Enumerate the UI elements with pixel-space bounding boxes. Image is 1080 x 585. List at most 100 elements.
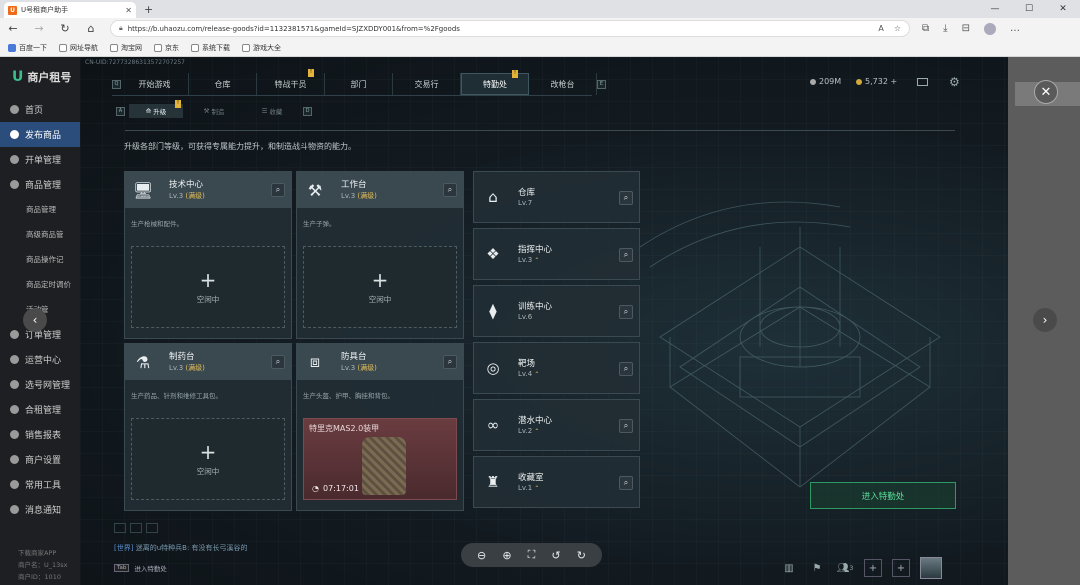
refresh-icon[interactable]: ↻ <box>58 22 72 35</box>
zoom-in-icon[interactable]: ⊕ <box>502 549 511 562</box>
subtab-upgrade[interactable]: ⟰ 升级! <box>129 100 183 118</box>
production-slot[interactable]: + 空闲中 <box>303 246 457 328</box>
search-icon[interactable]: ⌕ <box>443 355 457 369</box>
search-icon[interactable]: ⌕ <box>271 355 285 369</box>
tab-operators[interactable]: 特战干员! <box>257 69 325 95</box>
fullscreen-icon[interactable]: ⛶ <box>528 548 536 562</box>
tab-department[interactable]: 部门 <box>325 73 393 95</box>
bookmark-item[interactable]: 百度一下 <box>8 43 47 53</box>
sidebar-subitem[interactable]: 商品操作记 <box>0 247 80 272</box>
sidebar-item-operations[interactable]: 运营中心 <box>0 347 80 372</box>
collections-icon[interactable]: ⊟ <box>962 23 970 34</box>
friends-icon[interactable]: 👥︎ 3 <box>836 559 854 577</box>
add-slot-button[interactable]: + <box>892 559 910 577</box>
avatar[interactable] <box>983 22 996 35</box>
upgrade-icon: ⟰ <box>145 107 152 115</box>
player-avatar[interactable] <box>920 557 942 579</box>
next-subtab-key[interactable]: D <box>303 106 312 116</box>
sidebar-subitem[interactable]: 高级商品管 <box>0 222 80 247</box>
search-icon[interactable]: ⌕ <box>619 191 633 205</box>
stats-icon[interactable]: ▥ <box>780 559 798 577</box>
more-icon[interactable]: … <box>1010 23 1020 34</box>
prev-tab-key[interactable]: Q <box>112 79 121 89</box>
read-aloud-icon[interactable]: A <box>878 24 883 33</box>
add-slot-button[interactable]: + <box>864 559 882 577</box>
bookmark-item[interactable]: 系统下载 <box>191 43 230 53</box>
bookmark-item[interactable]: 淘宝网 <box>110 43 142 53</box>
facility-card-pharmacy[interactable]: ⚗ 制药台 Lv.3 (满级) ⌕ 生产药品、针剂和维修工具包。 + 空闲中 <box>124 343 292 511</box>
favorite-icon[interactable]: ☆ <box>894 24 901 33</box>
bookmark-item[interactable]: 游戏大全 <box>242 43 281 53</box>
rotate-right-icon[interactable]: ↻ <box>577 549 586 562</box>
previous-image-icon[interactable]: ‹ <box>23 308 47 332</box>
maximize-icon[interactable]: ☐ <box>1012 0 1046 18</box>
enter-special-ops-button[interactable]: 进入特勤处 <box>810 482 956 509</box>
facility-card-diving[interactable]: ∞ 潜水中心 Lv.2 ⌃ ⌕ <box>473 399 640 451</box>
close-icon[interactable]: ✕ <box>1034 80 1058 104</box>
subtab-collection[interactable]: ☰ 收藏 <box>245 104 299 118</box>
browser-tab[interactable]: U U号租商户助手 ✕ <box>4 2 136 18</box>
sidebar-item-messages[interactable]: 消息通知 <box>0 497 80 522</box>
window-close-icon[interactable]: ✕ <box>1046 0 1080 18</box>
sidebar-item-reports[interactable]: 销售报表 <box>0 422 80 447</box>
sidebar-item-settings[interactable]: 商户设置 <box>0 447 80 472</box>
forward-icon[interactable]: → <box>32 22 46 35</box>
tab-special-ops[interactable]: 特勤处! <box>461 70 529 95</box>
facility-card-collection[interactable]: ♜ 收藏室 Lv.1 ⌃ ⌕ <box>473 456 640 508</box>
tab-warehouse[interactable]: 仓库 <box>189 73 257 95</box>
search-icon[interactable]: ⌕ <box>619 362 633 376</box>
zoom-out-icon[interactable]: ⊖ <box>477 549 486 562</box>
operations-icon <box>10 355 19 364</box>
next-image-icon[interactable]: › <box>1033 308 1057 332</box>
tab-trade[interactable]: 交易行 <box>393 73 461 95</box>
sidebar-item-tools[interactable]: 常用工具 <box>0 472 80 497</box>
flag-icon[interactable]: ⚑ <box>808 559 826 577</box>
subtab-craft[interactable]: ⚒ 制造 <box>187 104 241 118</box>
bookmark-item[interactable]: 京东 <box>154 43 179 53</box>
sidebar-item-select-net[interactable]: 选号网管理 <box>0 372 80 397</box>
back-icon[interactable]: ← <box>6 22 20 35</box>
sidebar-subitem[interactable]: 商品定时调价 <box>0 272 80 297</box>
prev-subtab-key[interactable]: A <box>116 106 125 116</box>
tab-gunsmith[interactable]: 改枪台 <box>529 73 597 95</box>
share-icon <box>10 405 19 414</box>
url-input[interactable]: 🔒︎ https://b.uhaozu.com/release-goods?id… <box>110 20 910 37</box>
facility-card-training[interactable]: ⧫ 训练中心 Lv.6 ⌕ <box>473 285 640 337</box>
world-chat: [世界] 迷离的u特种兵B: 有没有长弓溪谷的 <box>114 544 248 552</box>
production-slot[interactable]: + 空闲中 <box>131 418 285 500</box>
search-icon[interactable]: ⌕ <box>619 476 633 490</box>
dumbbell-icon: ⧫ <box>489 302 497 320</box>
facility-card-tech[interactable]: 🖥︎ 技术中心 Lv.3 (满级) ⌕ 生产枪械和配件。 + 空闲中 <box>124 171 292 339</box>
rotate-left-icon[interactable]: ↺ <box>551 549 560 562</box>
minimize-icon[interactable]: — <box>978 0 1012 18</box>
facility-card-armor[interactable]: ⧈ 防具台 Lv.3 (满级) ⌕ 生产头盔、护甲、胸挂和背包。 特里克MAS2… <box>296 343 464 511</box>
facility-card-range[interactable]: ◎ 靶场 Lv.4 ⌃ ⌕ <box>473 342 640 394</box>
sidebar-item-publish[interactable]: 发布商品 <box>0 122 80 147</box>
search-icon[interactable]: ⌕ <box>619 305 633 319</box>
search-icon[interactable]: ⌕ <box>619 248 633 262</box>
search-icon[interactable]: ⌕ <box>443 183 457 197</box>
download-icon[interactable]: ⤓ <box>943 23 947 34</box>
search-icon[interactable]: ⌕ <box>271 183 285 197</box>
close-tab-icon[interactable]: ✕ <box>125 6 132 15</box>
sidebar-item-share[interactable]: 合租管理 <box>0 397 80 422</box>
chip-icon: ❖ <box>486 245 500 263</box>
home-icon[interactable]: ⌂ <box>84 22 98 35</box>
search-icon[interactable]: ⌕ <box>619 419 633 433</box>
facility-card-warehouse[interactable]: ⌂ 仓库 Lv.7 ⌕ <box>473 171 640 223</box>
sidebar-item-goods[interactable]: 商品管理 <box>0 172 80 197</box>
sidebar-item-home[interactable]: 首页 <box>0 97 80 122</box>
bookmark-item[interactable]: 网址导航 <box>59 43 98 53</box>
sidebar-item-orders-open[interactable]: 开单管理 <box>0 147 80 172</box>
extensions-icon[interactable]: ⧉ <box>922 23 929 34</box>
production-slot-active[interactable]: 特里克MAS2.0装甲 ◔ 07:17:01 <box>303 418 457 500</box>
mail-icon[interactable] <box>917 78 928 86</box>
sidebar-subitem[interactable]: 商品管理 <box>0 197 80 222</box>
new-tab-icon[interactable]: + <box>144 3 153 16</box>
facility-card-workbench[interactable]: ⚒ 工作台 Lv.3 (满级) ⌕ 生产子弹。 + 空闲中 <box>296 171 464 339</box>
tab-start-game[interactable]: 开始游戏 <box>121 73 189 95</box>
facility-card-command[interactable]: ❖ 指挥中心 Lv.3 ⌃ ⌕ <box>473 228 640 280</box>
production-slot[interactable]: + 空闲中 <box>131 246 285 328</box>
gear-icon[interactable]: ⚙ <box>949 75 960 89</box>
next-tab-key[interactable]: E <box>597 79 606 89</box>
